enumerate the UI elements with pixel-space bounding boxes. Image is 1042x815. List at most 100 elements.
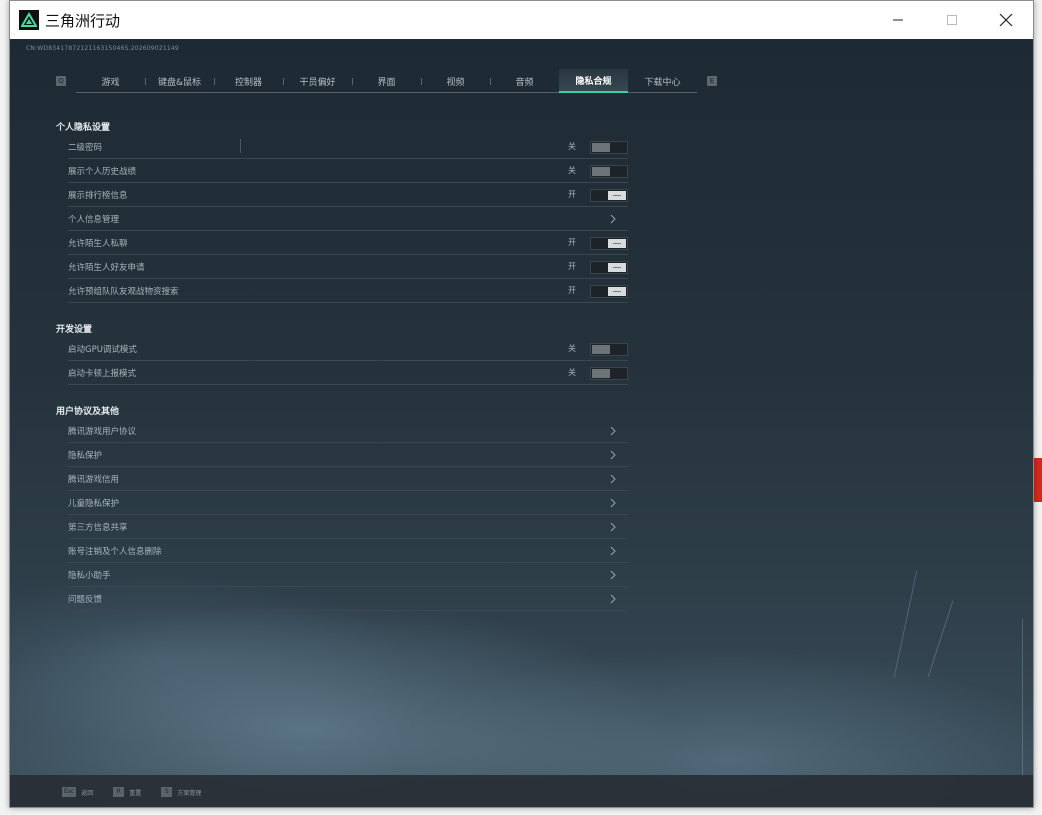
privacy-row-5[interactable]: 允许陌生人好友申请 开: [68, 255, 628, 279]
privacy-row-3[interactable]: 个人信息管理: [68, 207, 628, 231]
tab-0[interactable]: 游戏: [76, 69, 145, 93]
minimize-button[interactable]: [871, 1, 925, 39]
settings-tab-bar: Q 游戏 键盘&鼠标 控制器 干员偏好 界面 视频 音频 隐私合规 下载中心 E: [56, 69, 717, 93]
dev-settings-group: 启动GPU调试模式 关启动卡顿上报模式关: [56, 337, 628, 385]
chevron-right-icon: [610, 594, 616, 604]
toggle-state-label: 开: [568, 238, 576, 247]
tab-7[interactable]: 隐私合规: [559, 69, 628, 93]
prev-tab-key-hint[interactable]: Q: [56, 76, 66, 86]
toggle-knob: [592, 345, 610, 354]
row-label: 展示排行榜信息: [68, 190, 128, 201]
agreements-row-2[interactable]: 腾讯游戏信用: [68, 467, 628, 491]
chevron-right-icon: [610, 426, 616, 436]
privacy-row-4[interactable]: 允许陌生人私聊 开: [68, 231, 628, 255]
chevron-right-icon: [610, 570, 616, 580]
footer-item-2[interactable]: S 方案管理: [161, 787, 201, 797]
row-label: 腾讯游戏用户协议: [68, 426, 137, 437]
maximize-icon: [947, 15, 957, 25]
toggle-switch[interactable]: [590, 367, 628, 380]
agreements-row-4[interactable]: 第三方信息共享: [68, 515, 628, 539]
toggle-switch[interactable]: [590, 141, 628, 154]
toggle-knob: [608, 287, 626, 296]
toggle-state-label: 关: [568, 344, 576, 353]
chevron-right-icon: [610, 214, 616, 224]
toggle-switch[interactable]: [590, 237, 628, 250]
row-label: 展示个人历史战绩: [68, 166, 137, 177]
footer-hint-bar: Esc 返回 R 重置 S 方案管理: [10, 775, 1033, 807]
row-label: 账号注销及个人信息删除: [68, 546, 162, 557]
tab-3[interactable]: 干员偏好: [283, 69, 352, 93]
toggle-knob: [608, 239, 626, 248]
footer-label: 重置: [129, 789, 142, 797]
footer-key-hint: S: [161, 787, 173, 797]
toggle-state-label: 关: [568, 142, 576, 151]
chevron-right-icon: [610, 450, 616, 460]
toggle-knob: [592, 369, 610, 378]
toggle-state-label: 开: [568, 286, 576, 295]
close-button[interactable]: [979, 1, 1033, 39]
tab-5[interactable]: 视频: [421, 69, 490, 93]
toggle-knob: [608, 263, 626, 272]
row-label: 二级密码: [68, 142, 103, 153]
privacy-settings-group: 二级密码关展示个人历史战绩关展示排行榜信息开个人信息管理 允许陌生人私聊开允许陌生…: [56, 135, 628, 303]
row-label: 启动GPU调试模式: [68, 344, 137, 355]
toggle-switch[interactable]: [590, 165, 628, 178]
tab-2[interactable]: 控制器: [214, 69, 283, 93]
agreements-group: 腾讯游戏用户协议 隐私保护腾讯游戏信用 儿童隐私保护 第三方信息共享账号注销及个人信息…: [56, 419, 628, 611]
agreements-row-0[interactable]: 腾讯游戏用户协议: [68, 419, 628, 443]
agreements-row-5[interactable]: 账号注销及个人信息删除: [68, 539, 628, 563]
dev-row-1[interactable]: 启动卡顿上报模式 关: [68, 361, 628, 385]
row-label: 问题反馈: [68, 594, 103, 605]
row-label: 腾讯游戏信用: [68, 474, 120, 485]
chevron-right-icon: [610, 522, 616, 532]
window-title: 三角洲行动: [45, 11, 121, 30]
footer-item-1[interactable]: R 重置: [113, 787, 141, 797]
row-label: 启动卡顿上报模式: [68, 368, 137, 379]
toggle-switch[interactable]: [590, 285, 628, 298]
next-tab-key-hint[interactable]: E: [707, 76, 717, 86]
row-label: 儿童隐私保护: [68, 498, 120, 509]
agreements-row-1[interactable]: 隐私保护: [68, 443, 628, 467]
settings-list: 个人隐私设置 二级密码关展示个人历史战绩关展示排行榜信息开个人信息管理 允许陌生人…: [56, 121, 628, 611]
toggle-state-label: 关: [568, 166, 576, 175]
toggle-switch[interactable]: [590, 261, 628, 274]
tab-4[interactable]: 界面: [352, 69, 421, 93]
row-label: 第三方信息共享: [68, 522, 128, 533]
agreements-row-7[interactable]: 问题反馈: [68, 587, 628, 611]
footer-key-hint: Esc: [62, 787, 77, 797]
maximize-button[interactable]: [925, 1, 979, 39]
privacy-row-1[interactable]: 展示个人历史战绩 关: [68, 159, 628, 183]
privacy-row-0[interactable]: 二级密码 关: [68, 135, 628, 159]
row-label: 个人信息管理: [68, 214, 120, 225]
toggle-switch[interactable]: [590, 189, 628, 202]
title-bar[interactable]: 三角洲行动: [10, 1, 1033, 39]
chevron-right-icon: [610, 474, 616, 484]
row-label: 允许陌生人私聊: [68, 238, 128, 249]
footer-item-0[interactable]: Esc 返回: [62, 787, 93, 797]
app-logo-icon: [19, 10, 39, 30]
privacy-row-2[interactable]: 展示排行榜信息 开: [68, 183, 628, 207]
row-label: 允许陌生人好友申请: [68, 262, 145, 273]
section-title-agreements: 用户协议及其他: [56, 407, 120, 417]
toggle-state-label: 开: [568, 190, 576, 199]
agreements-row-6[interactable]: 隐私小助手: [68, 563, 628, 587]
game-window: 三角洲行动 CN:WD8341787212116315046S.20260902…: [9, 0, 1034, 808]
close-icon: [999, 13, 1013, 27]
tab-8[interactable]: 下载中心: [628, 69, 697, 93]
row-label: 允许预组队队友观战物资搜索: [68, 286, 179, 297]
chevron-right-icon: [610, 498, 616, 508]
toggle-knob: [592, 167, 610, 176]
tab-6[interactable]: 音频: [490, 69, 559, 93]
toggle-knob: [608, 191, 626, 200]
dev-row-0[interactable]: 启动GPU调试模式 关: [68, 337, 628, 361]
section-title-privacy: 个人隐私设置: [56, 123, 111, 133]
privacy-row-6[interactable]: 允许预组队队友观战物资搜索 开: [68, 279, 628, 303]
settings-screen: CN:WD8341787212116315046S.202609021149 Q…: [10, 39, 1033, 807]
agreements-row-3[interactable]: 儿童隐私保护: [68, 491, 628, 515]
footer-label: 返回: [81, 789, 94, 797]
row-label: 隐私保护: [68, 450, 103, 461]
tab-1[interactable]: 键盘&鼠标: [145, 69, 214, 93]
tab-list: 游戏 键盘&鼠标 控制器 干员偏好 界面 视频 音频 隐私合规 下载中心: [76, 69, 697, 93]
toggle-switch[interactable]: [590, 343, 628, 356]
toggle-knob: [592, 143, 610, 152]
